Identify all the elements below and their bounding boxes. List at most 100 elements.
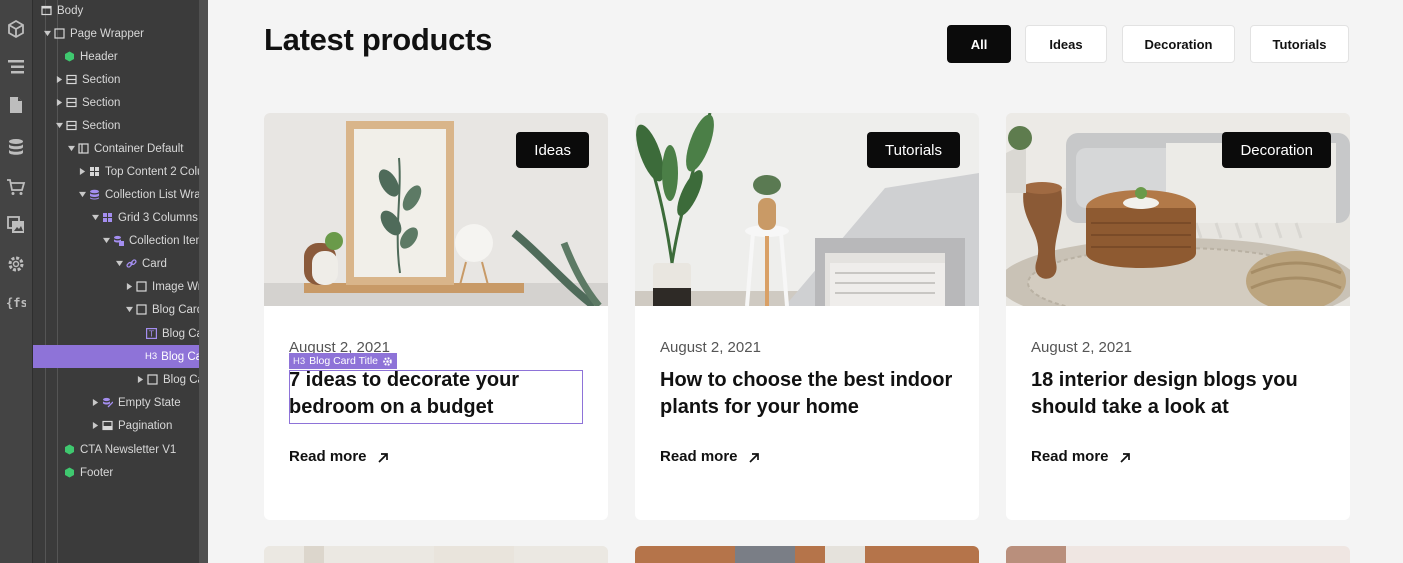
section-icon bbox=[66, 74, 77, 85]
tree-label: Empty State bbox=[118, 396, 181, 409]
tree-node-pagination[interactable]: Pagination bbox=[33, 414, 199, 437]
blog-card[interactable]: Ideas August 2, 2021 7 ideas to decorate… bbox=[264, 113, 608, 520]
selection-label: Blog Card Title bbox=[309, 355, 379, 367]
tree-label: Image Wra bbox=[152, 280, 199, 293]
tree-label: Top Content 2 Colu bbox=[105, 165, 199, 178]
card-title[interactable]: 18 interior design blogs you should take… bbox=[1031, 367, 1331, 421]
symbol-icon bbox=[64, 467, 75, 478]
tree-node-cta-newsletter[interactable]: CTA Newsletter V1 bbox=[33, 438, 199, 461]
caret-right-icon[interactable] bbox=[91, 422, 99, 430]
tree-node-body[interactable]: Body bbox=[33, 0, 199, 22]
tree-node-collection-list-wrapper[interactable]: Collection List Wrap bbox=[33, 183, 199, 206]
selection-badge[interactable]: H3 Blog Card Title bbox=[289, 353, 398, 369]
navigator-panel: Body Page Wrapper Header Section Section… bbox=[33, 0, 199, 563]
tree-label: Container Default bbox=[94, 142, 184, 155]
tree-label: Blog Ca bbox=[161, 350, 199, 363]
tree-node-grid-3-columns[interactable]: Grid 3 Columns bbox=[33, 206, 199, 229]
tree-node-page-wrapper[interactable]: Page Wrapper bbox=[33, 22, 199, 45]
read-more-link[interactable]: Read more bbox=[660, 448, 760, 465]
tree-node-empty-state[interactable]: Empty State bbox=[33, 391, 199, 414]
tree-node-blog-card-date[interactable]: T Blog Ca bbox=[33, 322, 199, 345]
tree-label: Pagination bbox=[118, 419, 173, 432]
text-block-icon: T bbox=[146, 328, 157, 339]
grid-icon bbox=[89, 166, 100, 177]
filter-ideas-button[interactable]: Ideas bbox=[1025, 25, 1107, 63]
blog-card-partial[interactable] bbox=[1006, 546, 1350, 563]
caret-right-icon[interactable] bbox=[126, 283, 133, 291]
blog-card-partial[interactable] bbox=[635, 546, 979, 563]
navigator-icon[interactable] bbox=[5, 56, 27, 78]
page-title: Latest products bbox=[264, 22, 493, 57]
filter-decoration-button[interactable]: Decoration bbox=[1122, 25, 1235, 63]
tree-node-card[interactable]: Card bbox=[33, 252, 199, 275]
ecommerce-icon[interactable] bbox=[5, 176, 27, 198]
section-icon bbox=[66, 120, 77, 131]
arrow-up-right-icon bbox=[748, 453, 759, 463]
designer-app: {fs Body Page Wrapper Header Section Sec… bbox=[0, 0, 1403, 563]
caret-right-icon[interactable] bbox=[79, 168, 86, 176]
caret-down-icon[interactable] bbox=[126, 306, 133, 314]
card-tag: Decoration bbox=[1222, 132, 1331, 168]
design-canvas[interactable]: Latest products All Ideas Decoration Tut… bbox=[208, 0, 1403, 563]
read-more-link[interactable]: Read more bbox=[1031, 448, 1131, 465]
read-more-link[interactable]: Read more bbox=[289, 448, 389, 465]
container-icon bbox=[78, 143, 89, 154]
tree-label: CTA Newsletter V1 bbox=[80, 443, 177, 456]
caret-right-icon[interactable] bbox=[55, 76, 63, 84]
tree-label: Card bbox=[142, 257, 167, 270]
assets-icon[interactable] bbox=[5, 214, 27, 236]
card-title[interactable]: How to choose the best indoor plants for… bbox=[660, 367, 960, 421]
filter-all-button[interactable]: All bbox=[947, 25, 1011, 63]
heading-type-label: H3 bbox=[293, 355, 306, 367]
div-block-icon bbox=[136, 281, 147, 292]
tree-node-blog-card-title[interactable]: H3 Blog Ca bbox=[33, 345, 199, 368]
caret-down-icon[interactable] bbox=[67, 145, 75, 153]
blog-card[interactable]: Tutorials August 2, 2021 How to choose t… bbox=[635, 113, 979, 520]
read-more-label: Read more bbox=[289, 448, 367, 465]
tree-node-section[interactable]: Section bbox=[33, 91, 199, 114]
read-more-label: Read more bbox=[660, 448, 738, 465]
caret-down-icon[interactable] bbox=[79, 191, 86, 199]
pagination-icon bbox=[102, 420, 113, 431]
tree-label: Footer bbox=[80, 466, 114, 479]
tree-node-top-content[interactable]: Top Content 2 Colu bbox=[33, 160, 199, 183]
tree-node-header[interactable]: Header bbox=[33, 45, 199, 68]
settings-icon[interactable] bbox=[5, 253, 27, 275]
caret-down-icon[interactable] bbox=[103, 237, 110, 245]
tree-node-section[interactable]: Section bbox=[33, 114, 199, 137]
caret-right-icon[interactable] bbox=[137, 376, 144, 384]
caret-down-icon[interactable] bbox=[43, 30, 51, 38]
tree-node-blog-card[interactable]: Blog Card bbox=[33, 298, 199, 321]
blog-card[interactable]: Decoration August 2, 2021 18 interior de… bbox=[1006, 113, 1350, 520]
caret-down-icon[interactable] bbox=[91, 214, 99, 222]
collection-grid-icon bbox=[102, 212, 113, 223]
symbol-icon bbox=[64, 444, 75, 455]
finsweet-icon[interactable]: {fs bbox=[5, 291, 27, 313]
blog-card-partial[interactable] bbox=[264, 546, 608, 563]
gear-icon[interactable] bbox=[382, 356, 393, 367]
cms-icon[interactable] bbox=[5, 136, 27, 158]
card-title[interactable]: 7 ideas to decorate your bedroom on a bu… bbox=[289, 367, 589, 421]
caret-right-icon[interactable] bbox=[55, 99, 63, 107]
panel-resize-handle[interactable] bbox=[199, 0, 208, 563]
read-more-label: Read more bbox=[1031, 448, 1109, 465]
tree-node-collection-item[interactable]: Collection Item bbox=[33, 229, 199, 252]
tree-node-footer[interactable]: Footer bbox=[33, 461, 199, 484]
div-block-icon bbox=[147, 374, 158, 385]
tree-label: Section bbox=[82, 119, 121, 132]
tree-node-image-wrapper[interactable]: Image Wra bbox=[33, 275, 199, 298]
tree-label: Collection Item bbox=[129, 234, 199, 247]
caret-down-icon[interactable] bbox=[55, 122, 63, 130]
card-date: August 2, 2021 bbox=[1031, 339, 1132, 356]
caret-right-icon[interactable] bbox=[91, 399, 99, 407]
tree-node-container-default[interactable]: Container Default bbox=[33, 137, 199, 160]
section-icon bbox=[66, 97, 77, 108]
add-elements-icon[interactable] bbox=[5, 18, 27, 40]
tree-node-section[interactable]: Section bbox=[33, 68, 199, 91]
pages-icon[interactable] bbox=[5, 94, 27, 116]
caret-down-icon[interactable] bbox=[115, 260, 123, 268]
tree-node-blog-card-link[interactable]: Blog Ca bbox=[33, 368, 199, 391]
card-tag: Ideas bbox=[516, 132, 589, 168]
filter-tutorials-button[interactable]: Tutorials bbox=[1250, 25, 1349, 63]
tree-label: Section bbox=[82, 96, 121, 109]
